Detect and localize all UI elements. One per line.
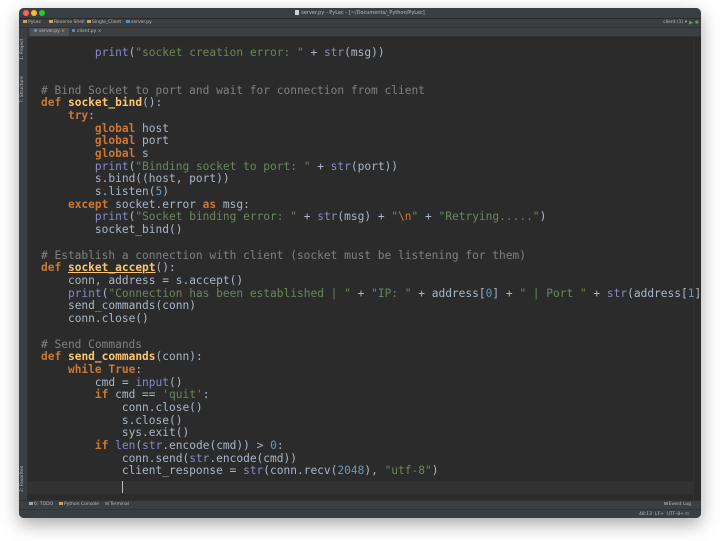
play-icon[interactable]: ▶ [689,20,693,26]
python-console-icon [59,502,63,505]
python-file-icon [126,20,130,23]
code-line: client_response = str(conn.recv(2048), "… [121,464,439,477]
todo-tool-tab[interactable]: 6: TODO [29,501,53,509]
current-line-highlight [28,481,694,494]
title-bar: server.py - PyLec - [~/Documents/_Python… [19,8,701,19]
breadcrumb-project[interactable]: PyLec [23,19,41,27]
todo-icon [29,502,33,505]
favorites-tool-tab[interactable]: 2: Favorites [19,460,27,498]
breadcrumb-single-client[interactable]: Single_Client [87,19,121,27]
tab-client-py[interactable]: client.py × [68,28,106,36]
terminal-icon [105,502,109,505]
folder-icon [87,20,91,23]
left-tool-strip: 1: Project 7: Structure 2: Favorites [19,28,28,500]
code-line-current [41,481,123,494]
caret-position[interactable]: 48:13 [639,510,652,518]
ide-window: server.py - PyLec - [~/Documents/_Python… [19,8,701,518]
structure-tool-tab[interactable]: 7: Structure [19,70,27,110]
bug-icon[interactable]: ✱ [695,20,699,26]
python-console-tool-tab[interactable]: Python Console [59,501,99,509]
project-tool-tab[interactable]: 1: Project [19,32,27,66]
run-configuration-select[interactable]: client (1) ▾ [663,19,687,27]
text-cursor [121,481,123,493]
lock-icon[interactable]: ⊡ [685,510,689,518]
folder-icon [49,20,53,23]
event-log-tool-tab[interactable]: Event Log [663,501,691,509]
editor-scrollbar[interactable] [693,37,701,500]
code-line: socket_bind() [94,223,183,236]
breadcrumb-server-file[interactable]: server.py [126,19,152,27]
python-file-icon [72,29,75,32]
document-icon [295,10,300,15]
editor-tab-bar: server.py × client.py × [28,28,701,37]
code-editor[interactable]: print("socket creation error: " + str(ms… [28,37,701,500]
python-file-icon [34,29,37,32]
event-log-icon [663,502,668,505]
line-separator-select[interactable]: LF÷ [655,510,664,518]
folder-icon [23,20,27,23]
encoding-select[interactable]: UTF-8÷ [667,510,684,518]
window-title: server.py - PyLec - [~/Documents/_Python… [19,8,701,18]
code-line: print("socket creation error: " + str(ms… [94,46,385,59]
breadcrumb-reverse-shell[interactable]: Reverse Shell [49,19,85,27]
bottom-tool-strip: 6: TODO Python Console Terminal Event Lo… [19,500,701,509]
code-line: conn.close() [67,312,149,325]
terminal-tool-tab[interactable]: Terminal [105,501,129,509]
status-bar: 48:13 LF÷ UTF-8÷ ⊡ [19,509,701,518]
tab-server-py[interactable]: server.py × [30,28,69,36]
navigation-bar: PyLec Reverse Shell Single_Client server… [19,19,701,28]
